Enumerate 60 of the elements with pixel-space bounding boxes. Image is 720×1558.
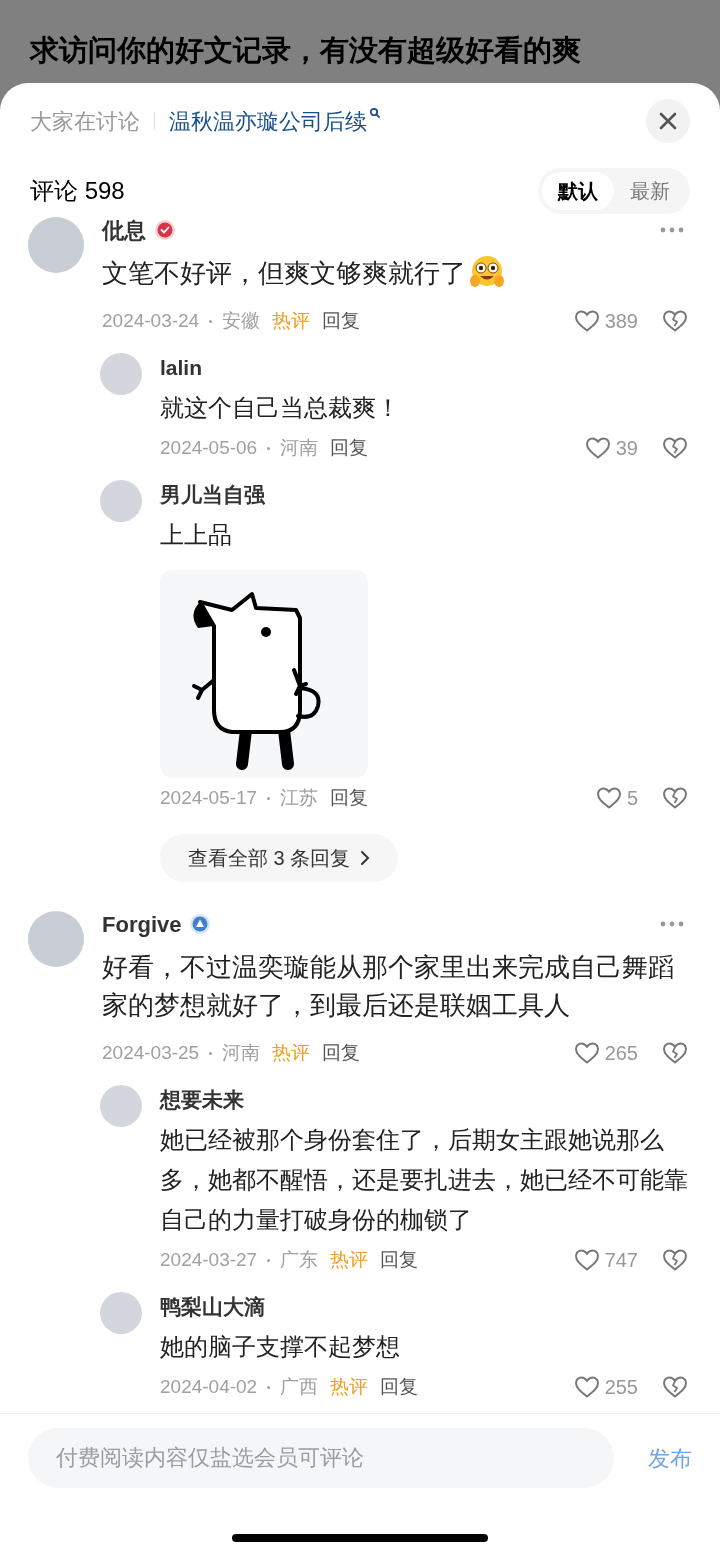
hot-comment-tag: 热评 [330,1245,369,1275]
view-all-replies-button[interactable]: 查看全部 3 条回复 [160,834,399,882]
broken-heart-icon[interactable] [662,1041,688,1065]
broken-heart-icon[interactable] [662,436,688,460]
comment-date: 2024-04-02 [160,1374,258,1399]
comment-region: 安徽 [222,308,261,333]
reply-link[interactable]: 回复 [380,1372,419,1402]
comment-region: 广西 [280,1374,319,1399]
broken-heart-icon[interactable] [662,1248,688,1272]
reply-text: 她的脑子支撑不起梦想 [160,1332,401,1362]
heart-icon[interactable] [573,309,600,333]
reply-link[interactable]: 回复 [330,433,369,463]
comment-region: 河南 [222,1040,261,1065]
reply-link[interactable]: 回复 [322,1038,361,1068]
username[interactable]: 男儿当自强 [160,480,688,510]
comment-text: 文笔不好评，但爽文够爽就行了 [102,254,688,292]
comment-region: 江苏 [280,785,319,810]
comment-region: 广东 [280,1247,319,1272]
page-title: 求访问你的好文记录，有没有超级好看的爽 [30,33,582,68]
heart-icon[interactable] [573,1375,600,1399]
close-icon [659,112,677,130]
username[interactable]: 想要未来 [160,1085,688,1115]
comment-date: 2024-03-24 [102,308,200,333]
reply-text: 上上品 [160,520,233,550]
broken-heart-icon[interactable] [662,786,688,810]
comment-input-field[interactable]: 付费阅读内容仅盐选会员可评论 [28,1428,614,1488]
sort-tab[interactable]: 默认 [542,172,614,210]
username[interactable]: Forgive [102,907,182,941]
reply-link[interactable]: 回复 [380,1245,419,1275]
comment-text: 好看，不过温奕璇能从那个家里出来完成自己舞蹈家的梦想就好了，到最后还是联姻工具人 [102,951,675,1022]
comment-region: 河南 [280,435,319,460]
hot-comment-tag: 热评 [272,306,311,336]
username[interactable]: lalin [160,353,688,383]
comments-count: 评论 598 [30,176,125,206]
reply-link[interactable]: 回复 [330,783,369,813]
hot-comment-tag: 热评 [330,1372,369,1402]
search-icon [369,106,381,119]
comment-date: 2024-03-27 [160,1247,258,1272]
more-icon[interactable] [660,227,684,233]
reply-text: 她已经被那个身份套住了，后期女主跟她说那么多，她都不醒悟，还是要扎进去，她已经不可能靠自己的力量打破身份的枷锁了 [160,1125,688,1235]
broken-heart-icon[interactable] [662,1375,688,1399]
comment-date: 2024-05-17 [160,785,258,810]
heart-icon[interactable] [573,1248,600,1272]
username[interactable]: 仳息 [102,215,146,247]
username[interactable]: 鸭梨山大滴 [160,1292,688,1322]
chevron-right-icon [360,850,371,866]
heart-icon[interactable] [573,1041,600,1065]
topic-link[interactable]: 温秋温亦璇公司后续 [169,104,381,138]
hot-comment-tag: 热评 [272,1038,311,1068]
reply-text: 就这个自己当总裁爽！ [160,393,401,423]
sort-tab[interactable]: 最新 [614,172,686,210]
broken-heart-icon[interactable] [662,309,688,333]
more-icon[interactable] [660,921,684,927]
close-button[interactable] [646,99,690,143]
comment-date: 2024-03-25 [102,1040,200,1065]
reply-link[interactable]: 回复 [322,306,361,336]
comment-date: 2024-05-06 [160,435,258,460]
heart-icon[interactable] [595,786,622,810]
discussion-label: 大家在讨论 [30,107,140,136]
heart-icon[interactable] [584,436,611,460]
